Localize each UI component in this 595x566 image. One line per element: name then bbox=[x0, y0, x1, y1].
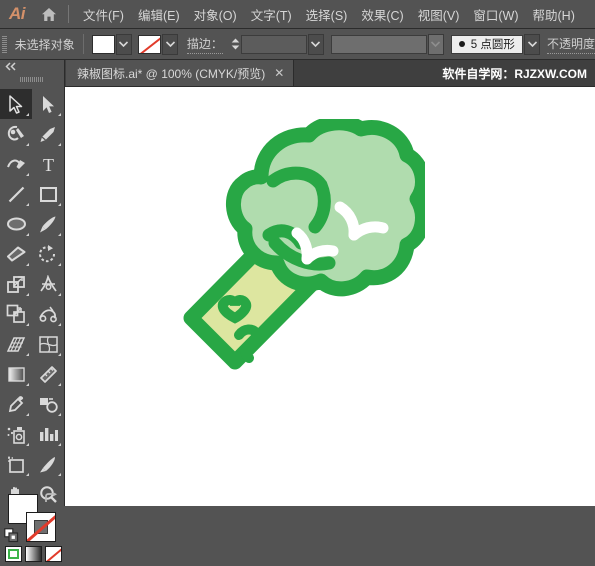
free-transform-tool[interactable] bbox=[0, 299, 32, 329]
magic-wand-tool[interactable] bbox=[0, 119, 32, 149]
menu-bar: Ai 文件(F) 编辑(E) 对象(O) 文字(T) 选择(S) 效果(C) 视… bbox=[0, 0, 595, 29]
control-bar-grip[interactable] bbox=[0, 29, 9, 59]
close-icon[interactable]: ✕ bbox=[274, 67, 284, 79]
none-mode-button[interactable] bbox=[45, 546, 62, 562]
ellipse-tool[interactable] bbox=[0, 209, 32, 239]
rectangle-tool[interactable] bbox=[32, 179, 64, 209]
brush-label: 5 点圆形 bbox=[470, 39, 515, 51]
tool-list: T bbox=[0, 86, 64, 509]
broccoli-icon[interactable] bbox=[165, 115, 430, 394]
stroke-weight-stepper[interactable] bbox=[229, 34, 241, 55]
shape-builder-tool[interactable] bbox=[32, 299, 64, 329]
measure-tool[interactable] bbox=[32, 359, 64, 389]
slice-tool[interactable] bbox=[32, 449, 64, 479]
color-mode-row bbox=[5, 546, 62, 562]
eyedropper-tool[interactable] bbox=[0, 389, 32, 419]
scale-tool[interactable] bbox=[0, 269, 32, 299]
menu-item-view[interactable]: 视图(V) bbox=[411, 0, 467, 28]
graphic-style-dropdown-icon[interactable] bbox=[427, 33, 445, 55]
menu-item-edit[interactable]: 编辑(E) bbox=[131, 0, 187, 28]
gradient-mode-button[interactable] bbox=[25, 546, 42, 562]
column-graph-tool[interactable] bbox=[32, 419, 64, 449]
curvature-tool[interactable] bbox=[0, 149, 32, 179]
menu-item-file[interactable]: 文件(F) bbox=[76, 0, 131, 28]
svg-text:T: T bbox=[43, 155, 54, 174]
document-tab-bar: 辣椒图标.ai* @ 100% (CMYK/预览) ✕ 软件自学网：RJZXW.… bbox=[0, 60, 595, 87]
artboard-canvas[interactable] bbox=[65, 87, 595, 506]
document-tab[interactable]: 辣椒图标.ai* @ 100% (CMYK/预览) ✕ bbox=[66, 60, 295, 86]
type-tool[interactable]: T bbox=[32, 149, 64, 179]
menu-item-select[interactable]: 选择(S) bbox=[299, 0, 355, 28]
stroke-dropdown-icon[interactable] bbox=[161, 33, 179, 55]
blend-tool[interactable] bbox=[32, 389, 64, 419]
watermark-text: 软件自学网：RJZXW.COM bbox=[442, 66, 587, 81]
selection-status: 未选择对象 bbox=[14, 37, 75, 52]
symbol-sprayer-tool[interactable] bbox=[0, 419, 32, 449]
direct-selection-tool[interactable] bbox=[32, 89, 64, 119]
broccoli-florets bbox=[226, 115, 430, 297]
tools-panel-collapse[interactable] bbox=[0, 60, 64, 73]
gradient-tool[interactable] bbox=[0, 359, 32, 389]
stroke-color-swatch[interactable] bbox=[26, 512, 56, 542]
opacity-label[interactable]: 不透明度 bbox=[546, 35, 595, 54]
perspective-grid-tool[interactable] bbox=[0, 329, 32, 359]
fill-swatch[interactable] bbox=[91, 34, 115, 54]
mesh-tool[interactable] bbox=[32, 329, 64, 359]
line-segment-tool[interactable] bbox=[0, 179, 32, 209]
app-logo: Ai bbox=[9, 4, 26, 23]
eraser-tool[interactable] bbox=[0, 239, 32, 269]
tools-panel-grip[interactable] bbox=[0, 73, 64, 86]
stroke-inner bbox=[34, 520, 48, 534]
paintbrush-tool[interactable] bbox=[32, 209, 64, 239]
brush-definition-field[interactable]: 5 点圆形 bbox=[450, 34, 523, 54]
stroke-weight-dropdown-icon[interactable] bbox=[307, 33, 325, 55]
stroke-swatch[interactable] bbox=[137, 34, 161, 54]
stroke-label[interactable]: 描边： bbox=[186, 35, 223, 54]
swap-fill-stroke-icon[interactable] bbox=[44, 492, 58, 510]
home-icon[interactable] bbox=[34, 0, 64, 28]
stroke-weight-field[interactable] bbox=[241, 34, 307, 54]
menu-divider bbox=[68, 5, 69, 23]
width-tool[interactable] bbox=[32, 269, 64, 299]
selection-tool[interactable] bbox=[0, 89, 32, 119]
document-tab-label: 辣椒图标.ai* @ 100% (CMYK/预览) bbox=[77, 66, 266, 81]
color-controls bbox=[0, 490, 64, 566]
pen-tool[interactable] bbox=[32, 119, 64, 149]
menu-item-help[interactable]: 帮助(H) bbox=[526, 0, 582, 28]
menu-item-type[interactable]: 文字(T) bbox=[244, 0, 299, 28]
brush-dropdown-icon[interactable] bbox=[523, 33, 541, 55]
color-mode-button[interactable] bbox=[5, 546, 22, 562]
fill-dropdown-icon[interactable] bbox=[115, 33, 133, 55]
tools-panel: T bbox=[0, 60, 65, 562]
graphic-style-field[interactable] bbox=[330, 34, 427, 54]
control-divider bbox=[82, 34, 84, 54]
menu-item-window[interactable]: 窗口(W) bbox=[466, 0, 525, 28]
brush-preview-icon bbox=[458, 41, 465, 47]
artboard-tool[interactable] bbox=[0, 449, 32, 479]
rotate-tool[interactable] bbox=[32, 239, 64, 269]
control-bar: 未选择对象 描边： 5 点圆形 不透明度 bbox=[0, 29, 595, 60]
menu-item-effect[interactable]: 效果(C) bbox=[354, 0, 410, 28]
illustrator-window: Ai 文件(F) 编辑(E) 对象(O) 文字(T) 选择(S) 效果(C) 视… bbox=[0, 0, 595, 562]
default-fill-stroke-icon[interactable] bbox=[4, 528, 19, 548]
menu-item-object[interactable]: 对象(O) bbox=[187, 0, 244, 28]
